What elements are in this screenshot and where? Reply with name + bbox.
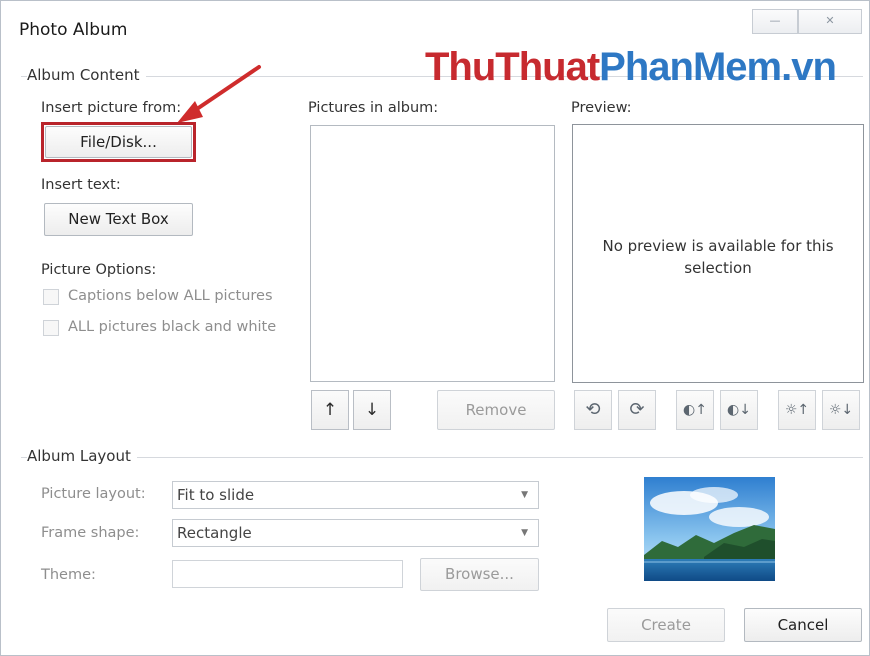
picture-layout-label: Picture layout:	[41, 486, 146, 502]
preview-message: No preview is available for this selecti…	[602, 237, 834, 277]
close-icon: ✕	[825, 14, 835, 27]
landscape-thumbnail-icon	[644, 477, 775, 581]
frame-shape-select[interactable]: Rectangle ▼	[172, 519, 539, 547]
insert-text-label: Insert text:	[41, 177, 121, 193]
layout-preview-image	[644, 477, 775, 581]
move-down-button[interactable]: ↓	[353, 390, 391, 430]
contrast-down-button[interactable]: ◐↓	[720, 390, 758, 430]
captions-option-label: Captions below ALL pictures	[68, 288, 273, 304]
minimize-button[interactable]: —	[752, 9, 798, 34]
close-button[interactable]: ✕	[798, 9, 862, 34]
rotate-left-icon: ⟲	[585, 399, 601, 420]
arrow-up-icon: ↑	[322, 400, 338, 420]
frame-shape-value: Rectangle	[177, 524, 252, 542]
create-button[interactable]: Create	[607, 608, 725, 642]
watermark-logo: ThuThuatPhanMem.vn	[425, 45, 837, 89]
chevron-down-icon: ▼	[521, 490, 528, 500]
brightness-up-icon: ☼↑	[784, 402, 810, 418]
preview-pane: No preview is available for this selecti…	[572, 124, 864, 383]
black-white-checkbox[interactable]	[43, 320, 59, 336]
arrow-down-icon: ↓	[364, 400, 380, 420]
contrast-up-button[interactable]: ◐↑	[676, 390, 714, 430]
album-layout-heading: Album Layout	[27, 447, 137, 465]
chevron-down-icon: ▼	[521, 528, 528, 538]
black-white-option-label: ALL pictures black and white	[68, 319, 277, 335]
file-disk-highlight	[41, 122, 196, 162]
picture-layout-value: Fit to slide	[177, 486, 255, 504]
pictures-in-album-label: Pictures in album:	[308, 100, 439, 116]
move-up-button[interactable]: ↑	[311, 390, 349, 430]
preview-label: Preview:	[571, 100, 632, 116]
brightness-up-button[interactable]: ☼↑	[778, 390, 816, 430]
picture-options-label: Picture Options:	[41, 262, 157, 278]
dialog-title: Photo Album	[19, 20, 128, 40]
frame-shape-label: Frame shape:	[41, 525, 140, 541]
new-text-box-button[interactable]: New Text Box	[44, 203, 193, 236]
contrast-up-icon: ◐↑	[683, 402, 707, 418]
photo-album-dialog: Photo Album — ✕ Album Content ThuThuatPh…	[0, 0, 870, 656]
theme-input[interactable]	[172, 560, 403, 588]
contrast-down-icon: ◐↓	[727, 402, 751, 418]
rotate-right-button[interactable]: ⟳	[618, 390, 656, 430]
insert-picture-from-label: Insert picture from:	[41, 100, 182, 116]
brightness-down-button[interactable]: ☼↓	[822, 390, 860, 430]
minimize-icon: —	[769, 14, 781, 27]
theme-label: Theme:	[41, 567, 96, 583]
rotate-right-icon: ⟳	[629, 399, 645, 420]
browse-button[interactable]: Browse...	[420, 558, 539, 591]
pictures-list[interactable]	[310, 125, 555, 382]
rotate-left-button[interactable]: ⟲	[574, 390, 612, 430]
cancel-button[interactable]: Cancel	[744, 608, 862, 642]
captions-checkbox[interactable]	[43, 289, 59, 305]
remove-button[interactable]: Remove	[437, 390, 555, 430]
brightness-down-icon: ☼↓	[828, 402, 854, 418]
picture-layout-select[interactable]: Fit to slide ▼	[172, 481, 539, 509]
album-content-heading: Album Content	[27, 66, 146, 84]
album-layout-divider	[21, 457, 863, 458]
